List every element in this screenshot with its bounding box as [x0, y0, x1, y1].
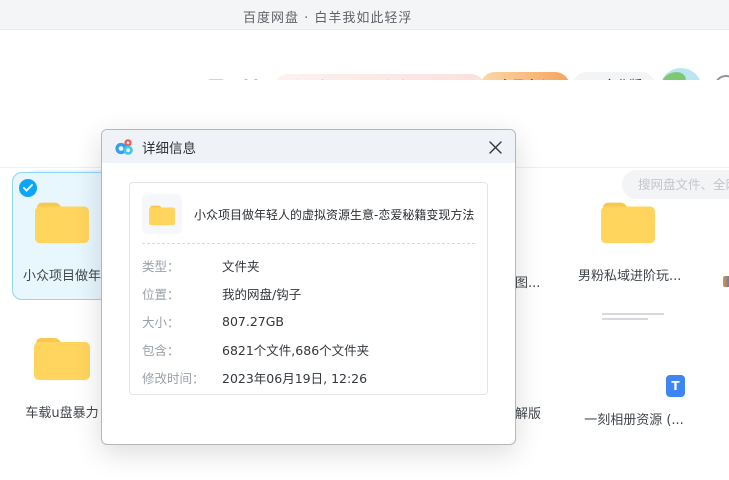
- clipped-label-fragment: [723, 276, 729, 287]
- detail-row-modified: 修改时间： 2023年06月19日, 12:26: [142, 363, 475, 391]
- file-card-selected[interactable]: 小众项目做年: [12, 172, 112, 300]
- detail-label: 类型：: [142, 256, 222, 275]
- detail-row-location: 位置： 我的网盘/钩子: [142, 279, 475, 307]
- folder-icon: [597, 193, 659, 247]
- thumb-text-line: [602, 318, 648, 320]
- file-name-row: 小众项目做年轻人的虚拟资源生意-恋爱秘籍变现方法: [142, 191, 475, 237]
- detail-file-name: 小众项目做年轻人的虚拟资源生意-恋爱秘籍变现方法: [194, 206, 474, 223]
- detail-value: 807.27GB: [222, 314, 284, 329]
- detail-value: 6821个文件,686个文件夹: [222, 340, 369, 359]
- detail-value: 2023年06月19日, 12:26: [222, 368, 367, 387]
- detail-label: 大小：: [142, 312, 222, 331]
- thumb-text-line: [602, 313, 664, 315]
- folder-icon: [30, 328, 94, 384]
- detail-value: 我的网盘/钩子: [222, 284, 301, 303]
- details-dialog: 详细信息 小众项目做年轻人的虚拟资源生意-恋爱秘籍变现方法 类型： 文件夹: [101, 129, 516, 445]
- dialog-header[interactable]: 详细信息: [102, 130, 515, 163]
- detail-row-contains: 包含： 6821个文件,686个文件夹: [142, 335, 475, 363]
- folder-icon: [147, 201, 177, 227]
- window-titlebar: 百度网盘 · 白羊我如此轻浮: [0, 0, 729, 30]
- detail-label: 修改时间：: [142, 368, 222, 387]
- file-label: 男粉私域进阶玩...: [578, 265, 678, 284]
- file-label: 一刻相册资源 (...: [578, 409, 690, 428]
- dashed-divider: [142, 243, 475, 244]
- app-header: 会员大促！SVIP年卡低至¥178 会员中心 企业版 SVIP1: [0, 30, 729, 80]
- detail-value: 文件夹: [222, 256, 260, 275]
- file-card-clipped[interactable]: [706, 172, 729, 300]
- action-bar: 下载 分享 删除 ••: [0, 80, 729, 125]
- close-icon[interactable]: [487, 139, 503, 155]
- file-label: 车载u盘暴力: [12, 402, 112, 421]
- folder-icon: [31, 193, 93, 247]
- dialog-title: 详细信息: [142, 137, 196, 157]
- details-panel: 小众项目做年轻人的虚拟资源生意-恋爱秘籍变现方法 类型： 文件夹 位置： 我的网…: [129, 182, 488, 395]
- folder-thumb: [142, 194, 182, 234]
- detail-label: 包含：: [142, 340, 222, 359]
- file-card[interactable]: 男粉私域进阶玩...: [578, 172, 678, 300]
- file-label: 小众项目做年: [13, 265, 111, 284]
- netdisk-logo-icon: [114, 137, 134, 157]
- txt-file-icon: T: [666, 375, 685, 397]
- file-card[interactable]: T 一刻相册资源 (...: [578, 305, 690, 428]
- detail-row-type: 类型： 文件夹: [142, 251, 475, 279]
- document-thumbnail: T: [578, 305, 690, 395]
- file-card[interactable]: 车载u盘暴力: [12, 328, 112, 421]
- app-window: 百度网盘 · 白羊我如此轻浮 会员大促！SVIP年卡低至¥178 会员中心 企业…: [0, 0, 729, 480]
- window-title: 百度网盘 · 白羊我如此轻浮: [243, 7, 412, 26]
- check-icon[interactable]: [19, 179, 37, 197]
- detail-label: 位置：: [142, 284, 222, 303]
- detail-row-size: 大小： 807.27GB: [142, 307, 475, 335]
